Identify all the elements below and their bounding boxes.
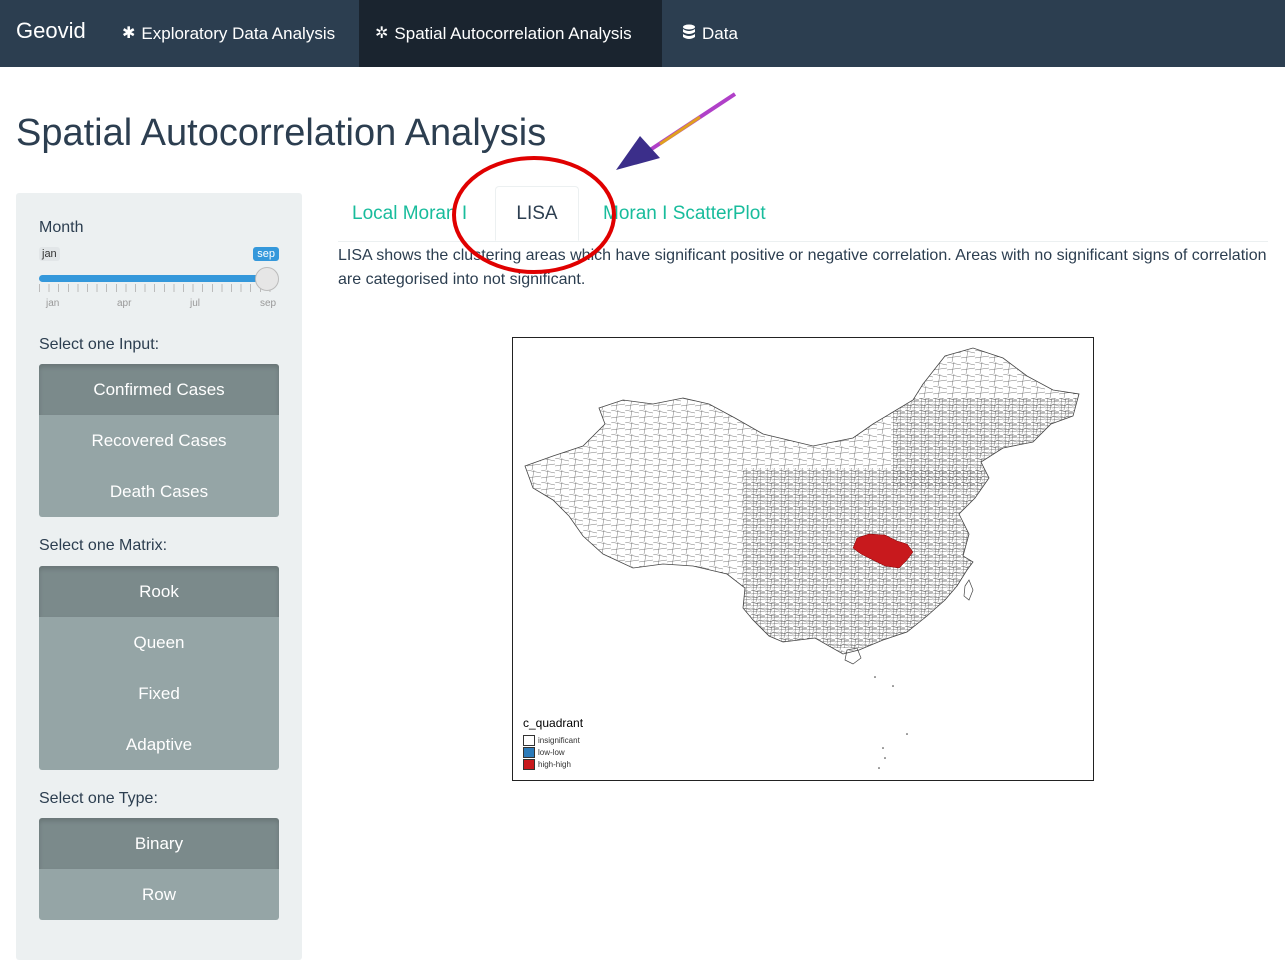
nav-label: Data: [702, 23, 738, 43]
adaptive-button[interactable]: Adaptive: [39, 719, 279, 770]
slider-tick-label: jan: [46, 298, 60, 309]
type-select-label: Select one Type:: [39, 790, 158, 807]
type-button-group: Binary Row: [39, 818, 279, 920]
slider-min-badge: jan: [39, 247, 60, 261]
row-button[interactable]: Row: [39, 869, 279, 920]
slider-max-badge: sep: [253, 247, 279, 261]
death-cases-button[interactable]: Death Cases: [39, 466, 279, 517]
annotation-arrow-icon: [616, 92, 737, 170]
nav-label: Spatial Autocorrelation Analysis: [394, 23, 632, 43]
nav-spatial-autocorrelation-analysis[interactable]: ✲ Spatial Autocorrelation Analysis: [359, 0, 662, 67]
nav-exploratory-data-analysis[interactable]: ✱ Exploratory Data Analysis: [106, 0, 359, 67]
legend-item: insignificant: [523, 735, 580, 746]
nav-data[interactable]: Data: [666, 0, 766, 67]
slider-tick-label: apr: [117, 298, 132, 309]
result-tabs: Local Moran I LISA Moran I ScatterPlot: [338, 186, 1268, 242]
legend-item: high-high: [523, 759, 571, 770]
slider-tick-label: jul: [190, 298, 201, 309]
input-button-group: Confirmed Cases Recovered Cases Death Ca…: [39, 364, 279, 517]
gear-icon: ✱: [122, 24, 136, 42]
legend-item: low-low: [523, 747, 565, 758]
confirmed-cases-button[interactable]: Confirmed Cases: [39, 364, 279, 415]
china-map-graphic: [524, 347, 1080, 769]
fixed-button[interactable]: Fixed: [39, 668, 279, 719]
matrix-select-label: Select one Matrix:: [39, 537, 168, 554]
lisa-description: LISA shows the clustering areas which ha…: [338, 247, 1267, 288]
rook-button[interactable]: Rook: [39, 566, 279, 617]
recovered-cases-button[interactable]: Recovered Cases: [39, 415, 279, 466]
legend-label: high-high: [538, 760, 571, 769]
legend-swatch: [523, 735, 535, 746]
legend-swatch: [523, 759, 535, 770]
tab-moran-i-scatterplot[interactable]: Moran I ScatterPlot: [589, 186, 780, 241]
database-icon: [682, 24, 696, 44]
legend-label: low-low: [538, 748, 565, 757]
input-select-label: Select one Input:: [39, 336, 160, 353]
legend-swatch: [523, 747, 535, 758]
lisa-map: c_quadrant insignificant low-low high-hi…: [512, 337, 1094, 781]
matrix-button-group: Rook Queen Fixed Adaptive: [39, 566, 279, 770]
legend-label: insignificant: [538, 736, 580, 745]
month-range-slider[interactable]: jan sep jan apr jul sep: [39, 247, 279, 320]
legend-title: c_quadrant: [523, 716, 584, 730]
tab-lisa[interactable]: LISA: [495, 186, 579, 241]
slider-tick-label: sep: [260, 298, 277, 309]
binary-button[interactable]: Binary: [39, 818, 279, 869]
tab-local-moran-i[interactable]: Local Moran I: [338, 186, 481, 241]
top-navbar: Geovid ✱ Exploratory Data Analysis ✲ Spa…: [0, 0, 1285, 67]
brand-title[interactable]: Geovid: [16, 18, 86, 44]
slider-track[interactable]: [39, 275, 271, 282]
month-label: Month: [39, 219, 84, 236]
nav-label: Exploratory Data Analysis: [141, 23, 336, 43]
slider-ticks: [39, 284, 271, 292]
page-title: Spatial Autocorrelation Analysis: [16, 112, 547, 154]
slider-handle[interactable]: [255, 267, 279, 291]
queen-button[interactable]: Queen: [39, 617, 279, 668]
gears-icon: ✲: [375, 24, 389, 42]
